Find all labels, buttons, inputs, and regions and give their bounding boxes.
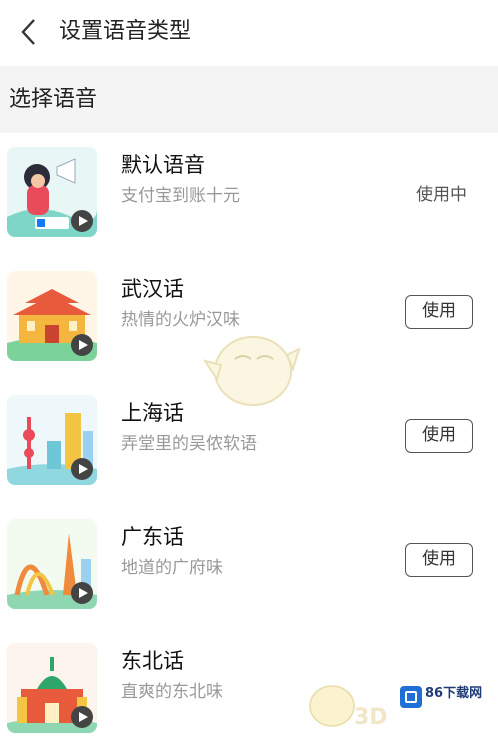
voice-list: 默认语音 支付宝到账十元 使用中 武汉话 热情的火炉汉味 使用 上海话 弄堂里的… — [0, 133, 498, 753]
play-icon[interactable] — [71, 334, 93, 356]
voice-name: 武汉话 — [121, 277, 184, 301]
voice-name: 东北话 — [121, 649, 184, 673]
play-icon[interactable] — [71, 706, 93, 728]
page-title: 设置语音类型 — [59, 19, 192, 44]
top-bar: 设置语音类型 — [0, 0, 498, 66]
voice-thumbnail-default — [7, 147, 97, 237]
voice-item-dongbei[interactable]: 东北话 直爽的东北味 — [0, 629, 498, 753]
voice-desc: 弄堂里的吴侬软语 — [121, 434, 257, 454]
play-icon[interactable] — [71, 458, 93, 480]
play-icon[interactable] — [71, 582, 93, 604]
voice-item-default[interactable]: 默认语音 支付宝到账十元 使用中 — [0, 133, 498, 257]
section-header: 选择语音 — [0, 66, 498, 133]
voice-thumbnail-guangdong — [7, 519, 97, 609]
watermark-mascot-small-icon: 3D — [302, 680, 398, 735]
play-icon[interactable] — [71, 210, 93, 232]
back-chevron-icon[interactable] — [14, 14, 44, 50]
watermark-logo-icon — [400, 686, 422, 708]
voice-desc: 地道的广府味 — [121, 558, 223, 578]
watermark-mascot-icon — [195, 325, 305, 419]
voice-desc: 直爽的东北味 — [121, 682, 223, 702]
use-button[interactable]: 使用 — [405, 419, 473, 453]
voice-thumbnail-wuhan — [7, 271, 97, 361]
voice-thumbnail-shanghai — [7, 395, 97, 485]
section-title: 选择语音 — [9, 87, 98, 112]
voice-name: 广东话 — [121, 525, 184, 549]
voice-status-in-use: 使用中 — [416, 185, 467, 205]
voice-name: 默认语音 — [121, 153, 205, 177]
use-button[interactable]: 使用 — [405, 543, 473, 577]
voice-thumbnail-dongbei — [7, 643, 97, 733]
use-button[interactable]: 使用 — [405, 295, 473, 329]
voice-item-guangdong[interactable]: 广东话 地道的广府味 使用 — [0, 505, 498, 629]
voice-desc: 支付宝到账十元 — [121, 186, 240, 206]
watermark-site-name: 86下载网 — [425, 686, 483, 701]
svg-text:3D: 3D — [354, 705, 388, 730]
voice-name: 上海话 — [121, 401, 184, 425]
